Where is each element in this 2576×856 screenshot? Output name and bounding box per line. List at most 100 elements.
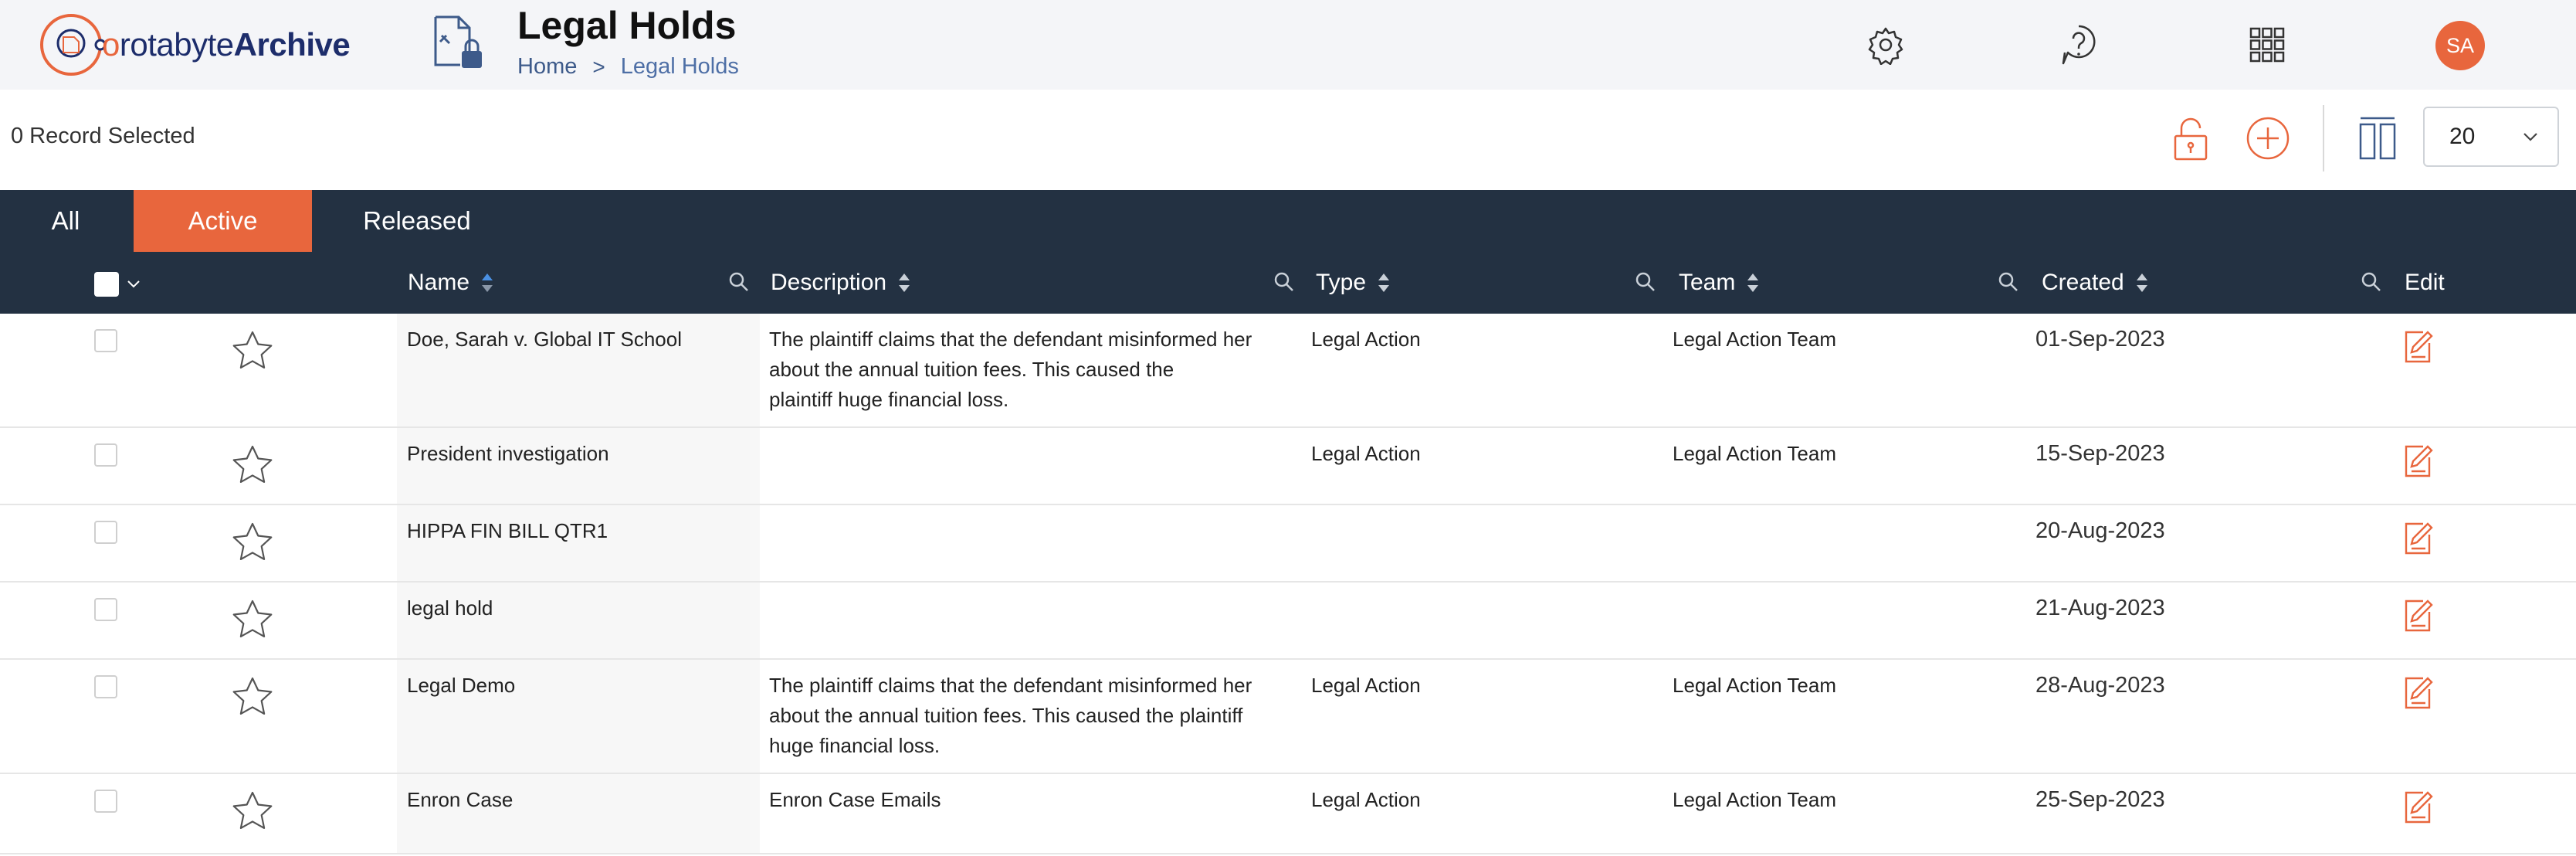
select-options-chevron-icon[interactable] bbox=[125, 275, 142, 292]
settings-gear-icon[interactable] bbox=[1864, 22, 1907, 68]
team-search-icon[interactable] bbox=[1997, 270, 2020, 294]
row-description-line: huge financial loss. bbox=[769, 734, 941, 757]
breadcrumb: Home > Legal Holds bbox=[517, 54, 739, 80]
edit-icon[interactable] bbox=[2401, 598, 2434, 634]
row-name[interactable]: HIPPA FIN BILL QTR1 bbox=[407, 516, 608, 546]
toolbar-divider bbox=[2323, 105, 2324, 172]
favorite-star-icon[interactable] bbox=[230, 598, 275, 643]
row-checkbox[interactable] bbox=[94, 790, 117, 813]
type-search-icon[interactable] bbox=[1634, 270, 1657, 294]
row-checkbox[interactable] bbox=[94, 675, 117, 698]
table-row[interactable]: Doe, Sarah v. Global IT School The plain… bbox=[0, 314, 2576, 428]
column-header-description[interactable]: Description bbox=[771, 252, 911, 314]
column-header-description-label: Description bbox=[771, 270, 887, 295]
row-description-line: The plaintiff claims that the defendant … bbox=[769, 328, 1252, 351]
description-search-icon[interactable] bbox=[1273, 270, 1296, 294]
column-header-name[interactable]: Name bbox=[408, 252, 494, 314]
row-created-date: 25-Sep-2023 bbox=[2035, 787, 2165, 812]
brand-logo[interactable]: orotabyteArchive bbox=[37, 11, 351, 79]
table-row[interactable]: Enron Case Enron Case Emails Legal Actio… bbox=[0, 774, 2576, 854]
row-name[interactable]: legal hold bbox=[407, 593, 493, 623]
row-type: Legal Action bbox=[1311, 674, 1421, 697]
row-name[interactable]: President investigation bbox=[407, 439, 609, 469]
row-team: Legal Action Team bbox=[1673, 328, 1836, 351]
row-created-date: 15-Sep-2023 bbox=[2035, 441, 2165, 466]
row-description: The plaintiff claims that the defendant … bbox=[769, 671, 1252, 761]
row-team: Legal Action Team bbox=[1673, 788, 1836, 811]
sort-icon[interactable] bbox=[2135, 272, 2149, 294]
table-row[interactable]: legal hold 21-Aug-2023 bbox=[0, 583, 2576, 660]
row-checkbox[interactable] bbox=[94, 329, 117, 352]
column-header-edit: Edit bbox=[2405, 270, 2445, 295]
page-size-value: 20 bbox=[2449, 124, 2476, 149]
row-description-line: about the annual tuition fees. This caus… bbox=[769, 358, 1174, 381]
table-header: Name Description Type Team Created Edit bbox=[0, 252, 2576, 314]
apps-grid-icon[interactable] bbox=[2246, 22, 2289, 68]
row-name[interactable]: Legal Demo bbox=[407, 671, 515, 701]
edit-icon[interactable] bbox=[2401, 443, 2434, 479]
column-header-created[interactable]: Created bbox=[2042, 252, 2149, 314]
sort-icon[interactable] bbox=[1377, 272, 1391, 294]
user-avatar[interactable]: SA bbox=[2435, 21, 2485, 70]
status-tabs: All Active Released bbox=[0, 190, 2576, 252]
row-description: The plaintiff claims that the defendant … bbox=[769, 324, 1252, 415]
unlock-icon[interactable] bbox=[2164, 110, 2218, 167]
edit-icon[interactable] bbox=[2401, 790, 2434, 825]
rotabyte-logo-icon bbox=[40, 14, 105, 76]
row-name[interactable]: Enron Case bbox=[407, 785, 513, 815]
row-checkbox[interactable] bbox=[94, 443, 117, 467]
favorite-star-icon[interactable] bbox=[230, 790, 275, 834]
row-type: Legal Action bbox=[1311, 442, 1421, 465]
table-row[interactable]: HIPPA FIN BILL QTR1 20-Aug-2023 bbox=[0, 505, 2576, 583]
favorite-star-icon[interactable] bbox=[230, 675, 275, 720]
row-description-line: Enron Case Emails bbox=[769, 788, 941, 811]
edit-icon[interactable] bbox=[2401, 521, 2434, 556]
sort-icon[interactable] bbox=[1746, 272, 1760, 294]
page-size-select[interactable]: 20 bbox=[2423, 107, 2559, 167]
row-description-line: plaintiff huge financial loss. bbox=[769, 388, 1009, 411]
tab-active[interactable]: Active bbox=[134, 190, 312, 252]
row-team: Legal Action Team bbox=[1673, 674, 1836, 697]
column-header-type-label: Type bbox=[1316, 270, 1367, 295]
row-team: Legal Action Team bbox=[1673, 442, 1836, 465]
breadcrumb-separator: > bbox=[592, 54, 605, 79]
row-checkbox[interactable] bbox=[94, 598, 117, 621]
add-circle-icon[interactable] bbox=[2241, 110, 2295, 167]
help-question-icon[interactable] bbox=[2057, 22, 2100, 68]
created-search-icon[interactable] bbox=[2360, 270, 2383, 294]
row-type: Legal Action bbox=[1311, 788, 1421, 811]
column-header-name-label: Name bbox=[408, 270, 470, 295]
edit-icon[interactable] bbox=[2401, 675, 2434, 711]
sort-icon[interactable] bbox=[897, 272, 911, 294]
favorite-star-icon[interactable] bbox=[230, 329, 275, 374]
tab-released[interactable]: Released bbox=[355, 190, 479, 252]
column-header-created-label: Created bbox=[2042, 270, 2124, 295]
tab-all[interactable]: All bbox=[39, 190, 93, 252]
breadcrumb-current: Legal Holds bbox=[620, 54, 739, 79]
row-checkbox[interactable] bbox=[94, 521, 117, 544]
name-search-icon[interactable] bbox=[727, 270, 751, 294]
favorite-star-icon[interactable] bbox=[230, 521, 275, 566]
column-header-team-label: Team bbox=[1679, 270, 1736, 295]
column-header-team[interactable]: Team bbox=[1679, 252, 1760, 314]
favorite-star-icon[interactable] bbox=[230, 443, 275, 488]
edit-icon[interactable] bbox=[2401, 329, 2434, 365]
records-toolbar: 0 Record Selected 20 bbox=[0, 90, 2576, 190]
column-header-type[interactable]: Type bbox=[1316, 252, 1391, 314]
table-row[interactable]: President investigation Legal Action Leg… bbox=[0, 428, 2576, 505]
chevron-down-icon bbox=[2523, 133, 2537, 141]
select-all-checkbox[interactable] bbox=[94, 272, 119, 297]
sort-asc-icon[interactable] bbox=[480, 272, 494, 294]
app-header: orotabyteArchive Legal Holds Home > Lega… bbox=[0, 0, 2576, 90]
page-title: Legal Holds bbox=[517, 4, 737, 47]
selected-count: 0 Record Selected bbox=[11, 124, 195, 148]
legal-hold-document-lock-icon bbox=[434, 15, 482, 68]
table-row[interactable]: Legal Demo The plaintiff claims that the… bbox=[0, 660, 2576, 774]
row-created-date: 01-Sep-2023 bbox=[2035, 327, 2165, 352]
row-created-date: 21-Aug-2023 bbox=[2035, 596, 2165, 620]
columns-icon[interactable] bbox=[2351, 110, 2405, 167]
breadcrumb-home-link[interactable]: Home bbox=[517, 54, 577, 80]
row-name[interactable]: Doe, Sarah v. Global IT School bbox=[407, 324, 682, 355]
row-type: Legal Action bbox=[1311, 328, 1421, 351]
row-created-date: 20-Aug-2023 bbox=[2035, 518, 2165, 543]
